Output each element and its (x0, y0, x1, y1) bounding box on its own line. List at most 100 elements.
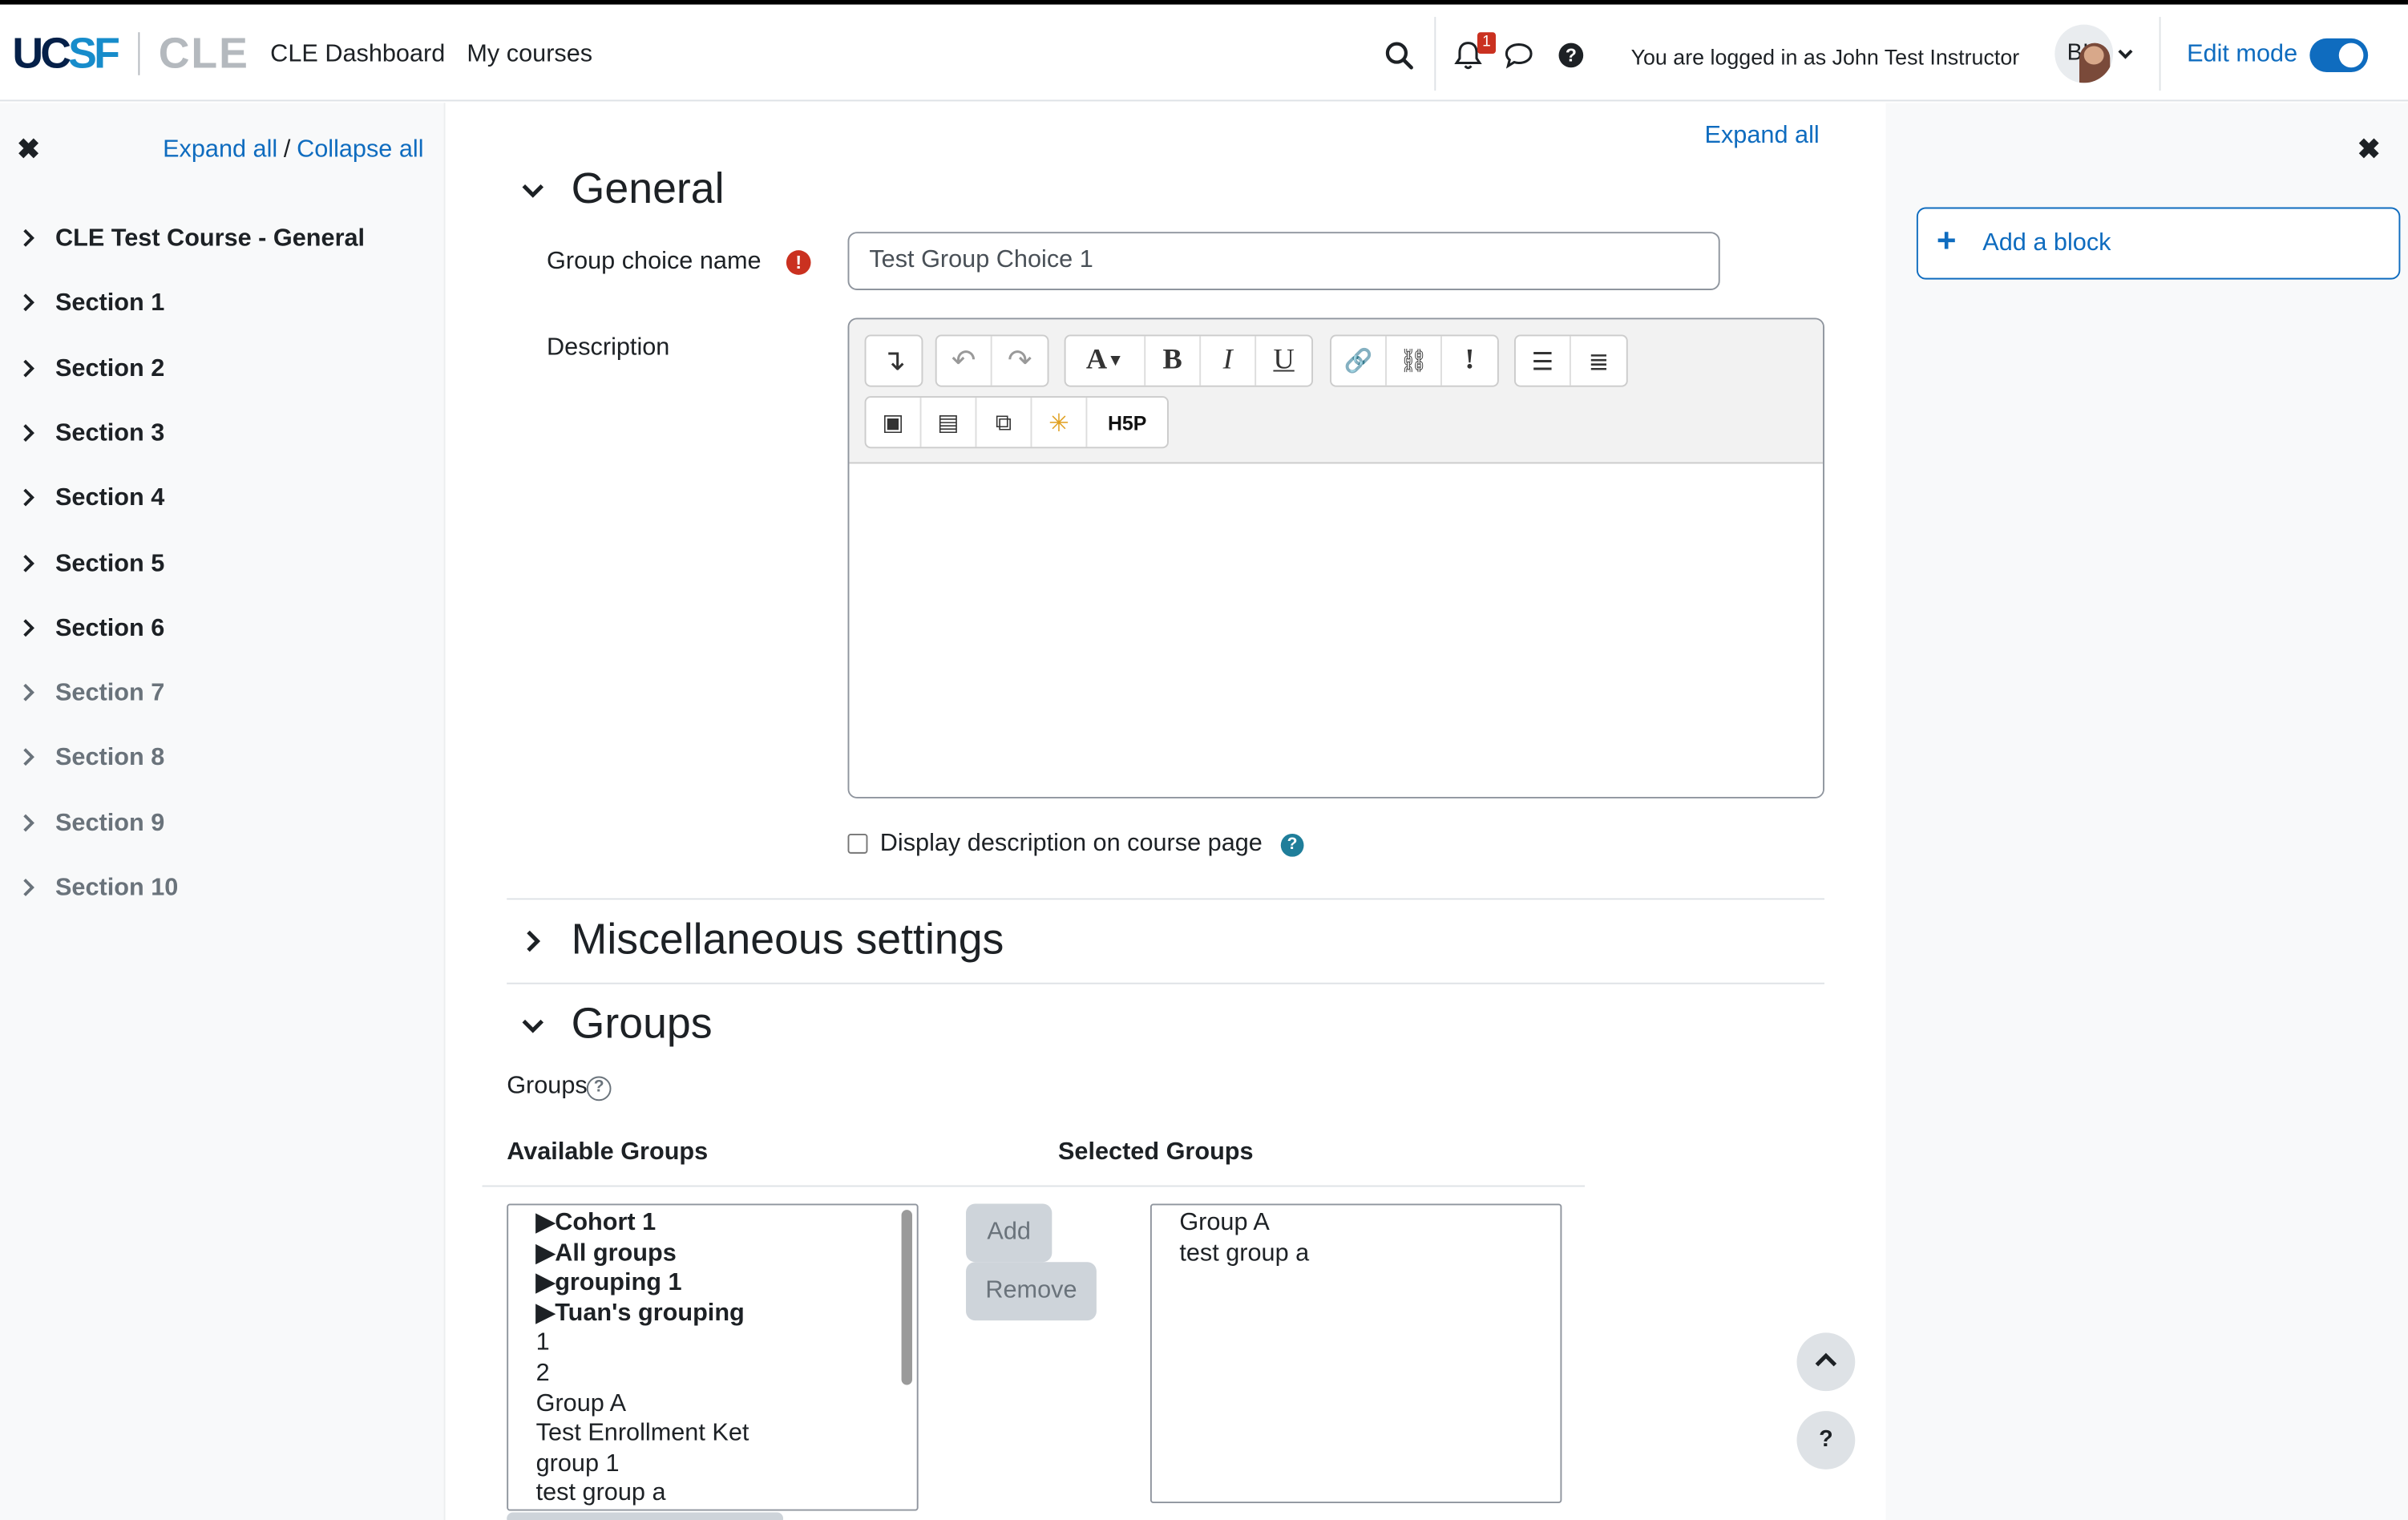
unordered-list-icon[interactable]: ☰ (1516, 336, 1571, 386)
course-index-section[interactable]: Section 4 (0, 478, 446, 524)
chevron-down-icon (522, 184, 544, 198)
selected-groups-listbox[interactable]: Group Atest group a (1149, 1203, 1562, 1503)
link-icon[interactable]: 🔗 (1331, 336, 1387, 386)
course-index-section[interactable]: Section 9 (0, 802, 446, 848)
image-icon[interactable]: ▣ (867, 398, 922, 447)
chevron-right-icon[interactable] (22, 227, 37, 249)
misc-section-header[interactable]: Miscellaneous settings (519, 915, 1133, 970)
form-expand-all[interactable]: Expand all (1705, 123, 1820, 150)
unlink-icon[interactable]: ⛓ (1387, 336, 1442, 386)
groups-section-header[interactable]: Groups (519, 1000, 980, 1055)
show-more-buttons-icon[interactable]: ↴ (867, 336, 922, 385)
course-index-section[interactable]: Section 1 (0, 283, 446, 329)
chevron-right-icon[interactable] (22, 617, 37, 639)
grouping-option[interactable]: ▶Cohort 1 (536, 1208, 917, 1239)
selected-groups-list: Group Atest group a (1179, 1208, 1560, 1268)
groups-help-icon[interactable]: ? (586, 1076, 612, 1102)
grouping-option[interactable]: ▶grouping 1 (536, 1268, 917, 1299)
group-option[interactable]: group 1 (536, 1449, 917, 1479)
cle-logo: CLE (158, 29, 249, 77)
general-section-header[interactable]: General (519, 164, 980, 220)
accessibility-checker-icon[interactable]: ! (1442, 336, 1497, 385)
redo-icon[interactable]: ↷ (992, 336, 1048, 385)
group-option[interactable]: 1 (536, 1328, 917, 1359)
grouping-option[interactable]: ▶Tuan's grouping (536, 1299, 917, 1329)
chevron-right-icon[interactable] (22, 747, 37, 769)
site-logo[interactable]: UCSF CLE (12, 29, 248, 78)
course-index-section[interactable]: Section 7 (0, 673, 446, 718)
chevron-right-icon[interactable] (22, 812, 37, 834)
course-index-section[interactable]: Section 10 (0, 867, 446, 913)
course-index-section-label: CLE Test Course - General (55, 225, 366, 253)
course-index-section-label: Section 6 (55, 615, 165, 642)
partially-visible-button[interactable] (507, 1512, 784, 1520)
group-option[interactable]: 2 (536, 1359, 917, 1389)
course-index-expand-collapse: Expand all / Collapse all (163, 136, 423, 164)
grouping-option[interactable]: ▶All groups (536, 1239, 917, 1269)
panopto-icon[interactable]: ✳ (1032, 398, 1088, 447)
help-icon[interactable]: ? (1554, 38, 1588, 72)
description-label: Description (547, 334, 670, 362)
chevron-down-icon (522, 1019, 544, 1033)
svg-text:?: ? (1566, 45, 1577, 66)
edit-mode-label: Edit mode (2187, 41, 2298, 68)
nav-link-my-courses[interactable]: My courses (467, 42, 592, 69)
course-index-collapse-all[interactable]: Collapse all (297, 136, 423, 163)
chevron-right-icon[interactable] (22, 682, 37, 704)
user-menu-chevron-down-icon[interactable] (2118, 47, 2133, 59)
logo-divider (138, 32, 140, 75)
description-editor: ↴ ↶ ↷ A ▼ B I U 🔗 ⛓ ! ☰ ≣ ▣ ▤ ⧉ ✳ H5P (847, 317, 1824, 798)
group-choice-name-input[interactable]: Test Group Choice 1 (847, 232, 1720, 290)
remove-group-button[interactable]: Remove (966, 1262, 1097, 1321)
chevron-right-icon[interactable] (22, 422, 37, 443)
italic-icon[interactable]: I (1201, 336, 1257, 386)
undo-icon[interactable]: ↶ (937, 336, 992, 386)
course-index-expand-all[interactable]: Expand all (163, 136, 277, 163)
course-index-section[interactable]: Section 5 (0, 543, 446, 588)
close-course-index-icon[interactable]: ✖ (17, 134, 40, 166)
group-option[interactable]: Test Enrollment Ket (536, 1419, 917, 1449)
selected-group-option[interactable]: Group A (1179, 1208, 1560, 1239)
bold-icon[interactable]: B (1145, 336, 1202, 386)
display-description-help-icon[interactable]: ? (1280, 833, 1304, 857)
page-help-button[interactable]: ? (1796, 1411, 1856, 1469)
media-icon[interactable]: ▤ (921, 398, 977, 447)
group-option[interactable]: Group A (536, 1389, 917, 1419)
course-index-section[interactable]: Section 8 (0, 738, 446, 783)
underline-icon[interactable]: U (1256, 336, 1311, 385)
manage-files-icon[interactable]: ⧉ (976, 398, 1032, 447)
chevron-right-icon[interactable] (22, 292, 37, 313)
ordered-list-icon[interactable]: ≣ (1571, 336, 1626, 385)
chevron-up-icon (1815, 1352, 1837, 1367)
course-index-section[interactable]: Section 2 (0, 348, 446, 394)
h5p-icon[interactable]: H5P (1087, 398, 1167, 447)
back-to-top-button[interactable] (1796, 1332, 1856, 1392)
chevron-right-icon[interactable] (22, 552, 37, 574)
navbar-divider-2 (2159, 17, 2161, 91)
user-avatar[interactable]: BI (2054, 24, 2114, 83)
course-index-section[interactable]: Section 6 (0, 608, 446, 653)
course-index-section[interactable]: Section 3 (0, 413, 446, 459)
search-icon[interactable] (1382, 38, 1416, 72)
nav-link-cle-dashboard[interactable]: CLE Dashboard (270, 42, 445, 69)
description-textarea[interactable] (849, 465, 1824, 797)
general-heading: General (571, 164, 725, 212)
toolbar-group-collapse: ↴ (864, 334, 923, 387)
display-description-checkbox[interactable] (847, 833, 868, 854)
chevron-right-icon[interactable] (22, 877, 37, 899)
course-index-section-label: Section 10 (55, 875, 179, 902)
add-block-button[interactable]: + Add a block (1916, 207, 2401, 280)
selected-group-option[interactable]: test group a (1179, 1239, 1560, 1269)
chevron-right-icon[interactable] (22, 357, 37, 378)
chevron-right-icon[interactable] (22, 487, 37, 508)
available-groups-listbox[interactable]: ▶Cohort 1 ▶All groups ▶grouping 1 ▶Tuan's g… (507, 1203, 919, 1511)
add-group-button[interactable]: Add (966, 1203, 1052, 1263)
available-groups-scrollbar[interactable] (901, 1210, 912, 1385)
paragraph-styles-icon[interactable]: A ▼ (1066, 336, 1146, 386)
group-option[interactable]: test group a (536, 1479, 917, 1510)
course-index-section[interactable]: CLE Test Course - General (0, 218, 446, 264)
close-block-drawer-icon[interactable]: ✖ (2357, 134, 2381, 166)
edit-mode-toggle[interactable] (2309, 38, 2369, 73)
messages-icon[interactable] (1502, 38, 1536, 72)
logged-in-text: You are logged in as John Test Instructo… (1630, 44, 2020, 70)
